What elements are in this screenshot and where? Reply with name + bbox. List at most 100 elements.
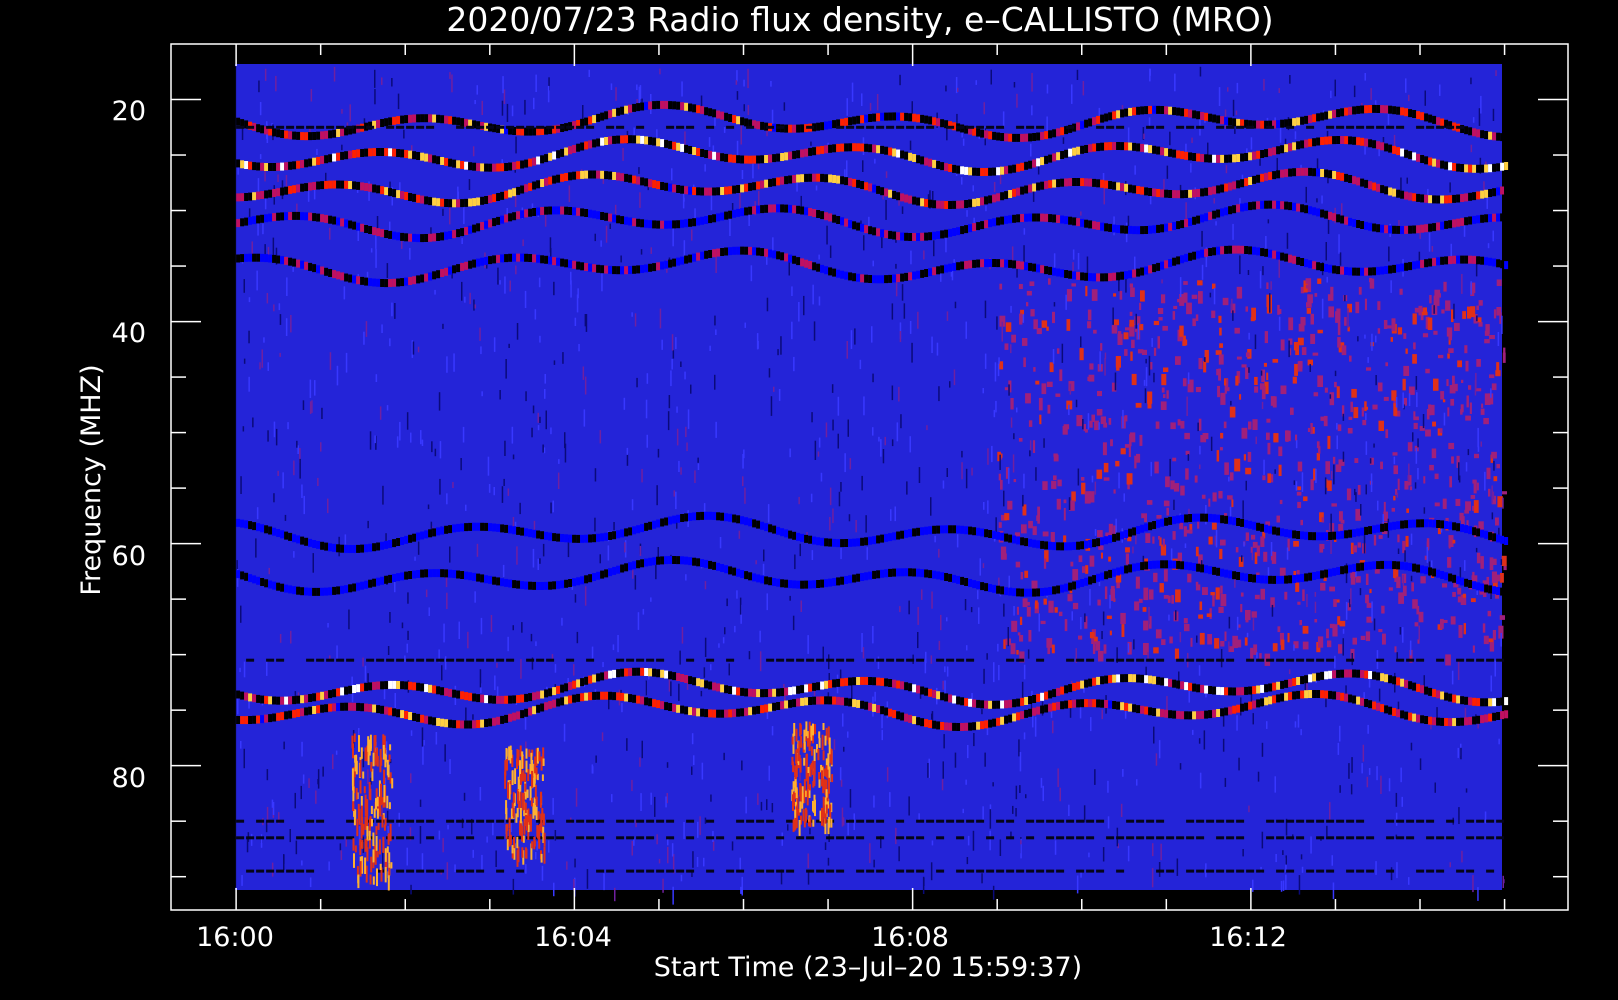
heatmap-cell <box>1040 588 1045 596</box>
heatmap-cell <box>1504 261 1509 270</box>
heatmap-cell <box>1155 421 1160 429</box>
heatmap-cell <box>603 873 605 891</box>
heatmap-cell <box>464 161 469 170</box>
heatmap-cell <box>1228 687 1233 696</box>
heatmap-cell <box>1163 394 1166 398</box>
heatmap-cell <box>956 262 961 271</box>
heatmap-cell <box>469 292 471 305</box>
heatmap-cell <box>970 607 973 613</box>
heatmap-cell <box>1220 539 1226 546</box>
heatmap-cell <box>1056 542 1061 551</box>
heatmap-cell <box>999 454 1001 470</box>
heatmap-cell <box>637 612 640 630</box>
heatmap-cell <box>1324 169 1329 178</box>
heatmap-cell <box>1400 107 1405 116</box>
heatmap-cell <box>1077 253 1080 270</box>
heatmap-cell <box>1280 680 1285 689</box>
heatmap-cell <box>1317 375 1323 387</box>
heatmap-cell <box>1317 278 1322 284</box>
heatmap-cell <box>1140 524 1145 533</box>
heatmap-cell <box>700 106 705 115</box>
heatmap-cell <box>1484 214 1489 223</box>
heatmap-cell <box>286 277 288 296</box>
heatmap-cell <box>645 399 648 419</box>
heatmap-cell <box>1048 278 1051 285</box>
heatmap-cell <box>1438 354 1444 359</box>
heatmap-cell <box>616 135 621 144</box>
heatmap-cell <box>628 217 633 226</box>
heatmap-cell <box>872 227 877 236</box>
heatmap-cell <box>500 254 505 263</box>
heatmap-cell <box>1200 112 1205 120</box>
heatmap-cell <box>1156 519 1161 528</box>
heatmap-cell <box>1460 747 1462 760</box>
heatmap-cell <box>1022 338 1028 346</box>
heatmap-cell <box>1268 525 1273 534</box>
heatmap-cell <box>1072 271 1077 280</box>
heatmap-cell <box>444 744 446 762</box>
heatmap-cell <box>508 343 510 348</box>
heatmap-cell <box>1051 644 1055 654</box>
heatmap-cell <box>1387 113 1390 125</box>
heatmap-cell <box>1171 595 1174 604</box>
heatmap-cell <box>1072 569 1079 581</box>
heatmap-cell <box>248 521 253 530</box>
heatmap-cell <box>1295 434 1298 441</box>
heatmap-cell <box>492 523 497 532</box>
heatmap-cell <box>264 695 269 704</box>
heatmap-cell <box>1116 272 1121 281</box>
heatmap-cell <box>921 589 923 600</box>
heatmap-cell <box>796 532 801 541</box>
heatmap-cell <box>1470 77 1472 85</box>
heatmap-cell <box>1329 394 1332 399</box>
heatmap-cell <box>776 153 781 162</box>
heatmap-cell <box>1392 106 1397 115</box>
heatmap-cell <box>1252 686 1257 695</box>
heatmap-cell <box>672 141 677 150</box>
heatmap-cell <box>1359 588 1362 596</box>
heatmap-cell <box>1028 520 1033 529</box>
heatmap-cell <box>396 681 401 689</box>
heatmap-cell <box>1201 494 1206 499</box>
heatmap-cell <box>1220 154 1225 163</box>
heatmap-cell <box>1196 250 1201 259</box>
heatmap-cell <box>1437 527 1441 535</box>
heatmap-cell <box>1459 512 1464 521</box>
heatmap-cell <box>1468 255 1473 264</box>
heatmap-cell <box>804 534 809 543</box>
heatmap-cell <box>321 407 323 419</box>
heatmap-cell <box>716 187 721 196</box>
heatmap-cell <box>1036 693 1041 702</box>
heatmap-cell <box>1144 523 1149 532</box>
heatmap-cell <box>601 272 603 292</box>
heatmap-cell <box>852 538 857 547</box>
heatmap-cell <box>236 117 241 126</box>
heatmap-cell <box>1501 315 1503 334</box>
heatmap-cell <box>252 575 257 584</box>
heatmap-cell <box>1128 225 1133 234</box>
heatmap-cell <box>1460 194 1465 202</box>
heatmap-cell <box>1378 420 1384 431</box>
heatmap-cell <box>1079 705 1082 719</box>
heatmap-cell <box>556 685 561 694</box>
heatmap-cell <box>1399 627 1402 635</box>
heatmap-cell <box>432 685 437 694</box>
heatmap-cell <box>372 681 377 690</box>
heatmap-cell <box>700 187 705 196</box>
heatmap-cell <box>608 110 613 119</box>
heatmap-cell <box>1388 778 1391 792</box>
heatmap-cell <box>299 458 301 479</box>
heatmap-cell <box>1371 333 1373 351</box>
heatmap-cell <box>528 254 533 262</box>
heatmap-cell <box>388 117 393 126</box>
heatmap-cell <box>692 851 694 868</box>
heatmap-cell <box>1458 625 1463 638</box>
heatmap-cell <box>1285 874 1287 890</box>
heatmap-cell <box>1500 213 1505 222</box>
heatmap-cell <box>656 262 661 271</box>
heatmap-cell <box>1496 213 1501 222</box>
heatmap-cell <box>926 425 928 431</box>
heatmap-cell <box>685 574 687 581</box>
heatmap-cell <box>1148 145 1153 154</box>
heatmap-cell <box>1371 601 1373 622</box>
